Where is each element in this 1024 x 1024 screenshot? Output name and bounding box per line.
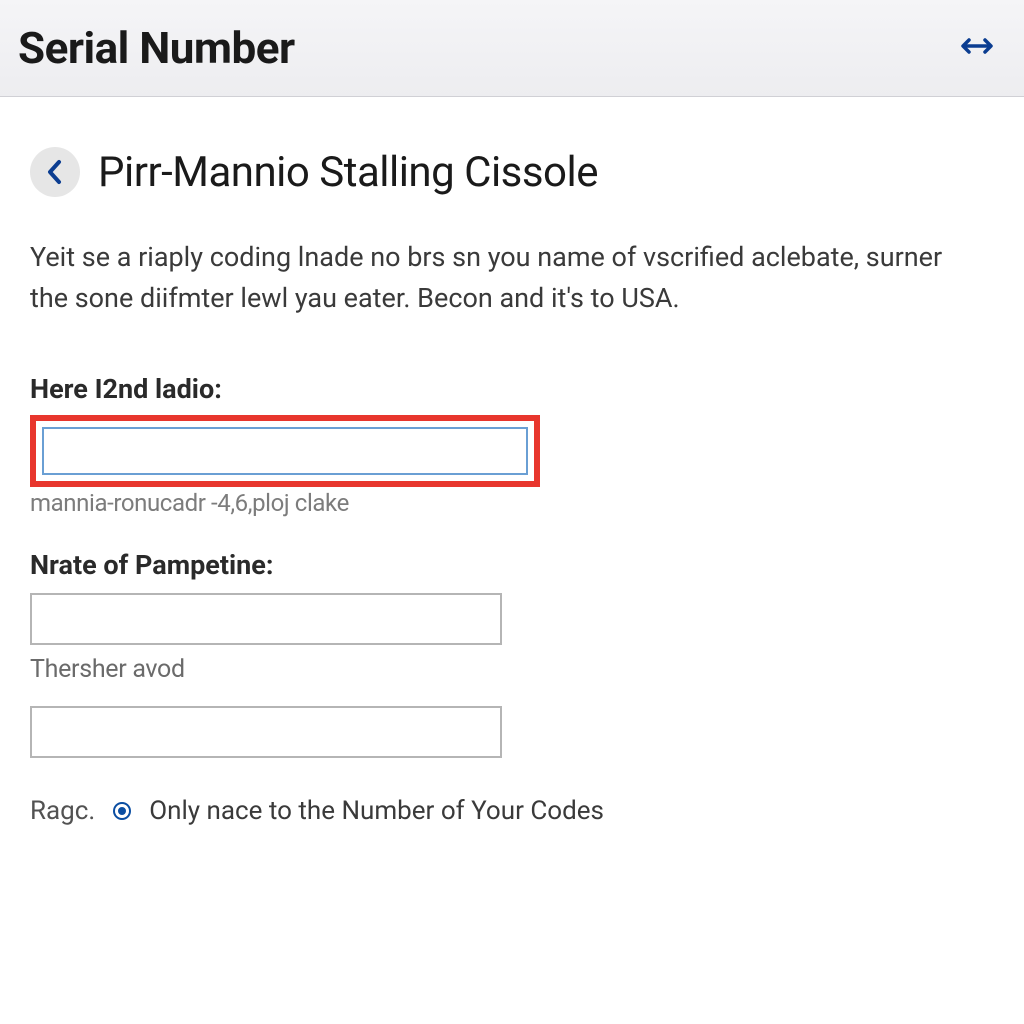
back-button[interactable] [30,147,80,197]
second-field-label: Nrate of Pampetine: [30,549,994,581]
first-help-text: mannia-ronucadr -4,6,ploj clake [30,489,994,517]
footer-row: Ragc. Only nace to the Number of Your Co… [30,796,994,826]
highlight-box [30,415,540,487]
footer-info-text: Only nace to the Number of Your Codes [149,796,604,826]
first-text-input[interactable] [42,427,528,475]
page-header: Serial Number [0,0,1024,97]
second-help-text: Thersher avod [30,655,994,684]
field-group-first: Here I2nd ladio: mannia-ronucadr -4,6,pl… [30,373,994,517]
third-text-input[interactable] [30,706,502,758]
header-title: Serial Number [18,22,295,74]
field-group-second: Nrate of Pampetine: Thersher avod [30,549,994,758]
page-title: Pirr-Mannio Stalling Cissole [98,148,598,197]
footer-link[interactable]: Ragc. [30,796,95,826]
info-icon [115,804,129,818]
title-row: Pirr-Mannio Stalling Cissole [30,147,994,197]
page-description: Yeit se a riaply coding lnade no brs sn … [30,237,970,318]
main-content: Pirr-Mannio Stalling Cissole Yeit se a r… [0,97,1024,826]
first-field-label: Here I2nd ladio: [30,373,994,405]
expand-icon[interactable] [958,27,996,69]
second-text-input[interactable] [30,593,502,645]
